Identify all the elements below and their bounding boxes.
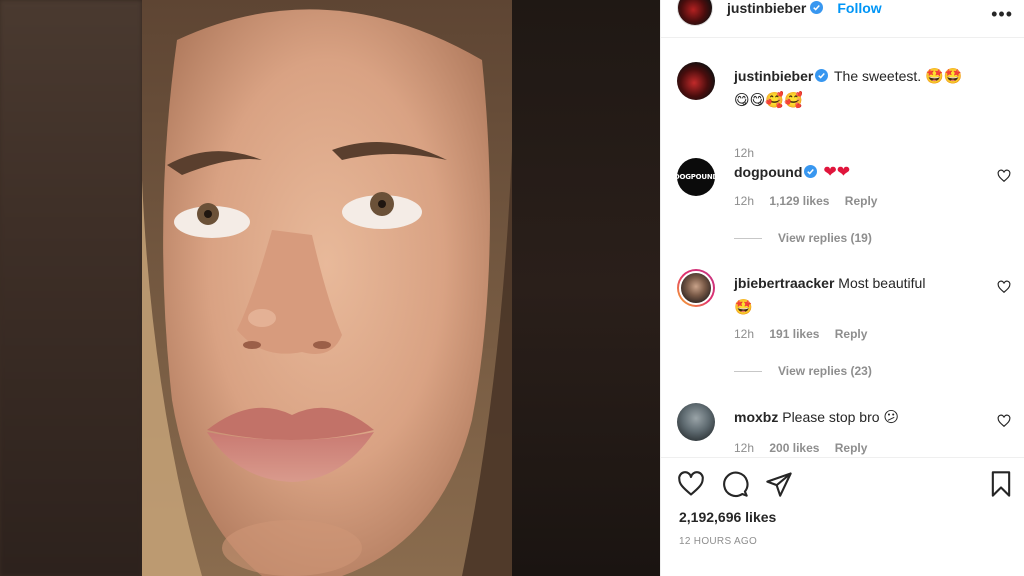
verified-badge-icon	[804, 165, 818, 178]
share-icon[interactable]	[765, 470, 793, 498]
reply-button[interactable]: Reply	[845, 194, 878, 208]
comment-username[interactable]: dogpound	[734, 164, 802, 180]
heart-icon[interactable]	[677, 470, 705, 498]
comment-time[interactable]: 12h	[734, 194, 754, 208]
comment-meta: 12h 191 likes Reply	[734, 327, 879, 341]
comment-username[interactable]: moxbz	[734, 409, 778, 425]
caption-username[interactable]: justinbieber	[734, 68, 813, 84]
post-header: justinbieber Follow •••	[661, 0, 1024, 38]
view-replies-label: View replies (19)	[778, 231, 872, 245]
media-background-left	[0, 0, 142, 576]
media-background-right	[512, 0, 660, 576]
caption-body: The sweetest.	[834, 68, 922, 84]
comment-likes[interactable]: 191 likes	[769, 327, 819, 341]
more-options-icon[interactable]: •••	[991, 4, 1013, 25]
view-replies-button[interactable]: View replies (23)	[734, 364, 872, 378]
avatar[interactable]: DOGPOUND	[677, 158, 715, 196]
verified-badge-icon	[810, 1, 824, 14]
follow-button[interactable]: Follow	[837, 0, 881, 16]
caption-meta: 12h	[734, 146, 766, 160]
caption-time[interactable]: 12h	[734, 146, 754, 160]
view-replies-label: View replies (23)	[778, 364, 872, 378]
comment-emoji: 🤩	[734, 298, 753, 316]
comment-icon[interactable]	[721, 470, 749, 498]
comments-list[interactable]: justinbieber The sweetest. 🤩🤩 😋😋🥰🥰 12h D…	[661, 38, 1024, 457]
comment-body: Most beautiful	[838, 275, 926, 291]
comment-like-heart-icon[interactable]	[997, 169, 1011, 183]
comment-time[interactable]: 12h	[734, 327, 754, 341]
comment-likes[interactable]: 1,129 likes	[769, 194, 829, 208]
avatar-logo-text: DOGPOUND	[677, 173, 715, 181]
comment-like-heart-icon[interactable]	[997, 414, 1011, 428]
verified-badge-icon	[815, 69, 829, 82]
post-actions-bar: 2,192,696 likes 12 HOURS AGO	[661, 457, 1024, 576]
post-timestamp[interactable]: 12 HOURS AGO	[679, 536, 757, 547]
post-side-panel: justinbieber Follow ••• justinbieber The…	[660, 0, 1024, 576]
post-likes-count[interactable]: 2,192,696 likes	[679, 509, 776, 525]
caption-emojis-line2: 😋😋🥰🥰	[734, 91, 803, 109]
comment-time[interactable]: 12h	[734, 441, 754, 455]
comment-emoji: 😕	[883, 408, 900, 426]
post-media-area[interactable]	[0, 0, 660, 576]
comment-like-heart-icon[interactable]	[997, 280, 1011, 294]
bookmark-icon[interactable]	[987, 470, 1015, 498]
comment-likes[interactable]: 200 likes	[769, 441, 819, 455]
post-photo[interactable]	[142, 0, 512, 576]
reply-button[interactable]: Reply	[835, 441, 868, 455]
caption-emojis-line1: 🤩🤩	[925, 67, 963, 85]
replies-divider	[734, 370, 762, 372]
comment-body: Please stop bro	[782, 409, 880, 425]
comment-username[interactable]: jbiebertraacker	[734, 275, 834, 291]
post-photo-illustration	[142, 0, 512, 576]
reply-button[interactable]: Reply	[835, 327, 868, 341]
avatar[interactable]	[677, 403, 715, 441]
avatar[interactable]	[677, 269, 715, 307]
comment-meta: 12h 200 likes Reply	[734, 441, 879, 455]
comment-text: moxbz Please stop bro 😕	[734, 405, 984, 429]
comment-text: dogpound ❤❤	[734, 160, 984, 185]
comment-text: jbiebertraacker Most beautiful 🤩	[734, 271, 984, 319]
avatar[interactable]	[677, 62, 715, 100]
avatar-photo	[679, 271, 713, 305]
replies-divider	[734, 237, 762, 239]
author-username[interactable]: justinbieber	[727, 0, 806, 16]
comment-meta: 12h 1,129 likes Reply	[734, 194, 889, 208]
view-replies-button[interactable]: View replies (19)	[734, 231, 872, 245]
author-avatar[interactable]	[677, 0, 713, 26]
comment-body: ❤❤	[823, 164, 851, 181]
caption-text: justinbieber The sweetest. 🤩🤩 😋😋🥰🥰	[734, 64, 984, 112]
